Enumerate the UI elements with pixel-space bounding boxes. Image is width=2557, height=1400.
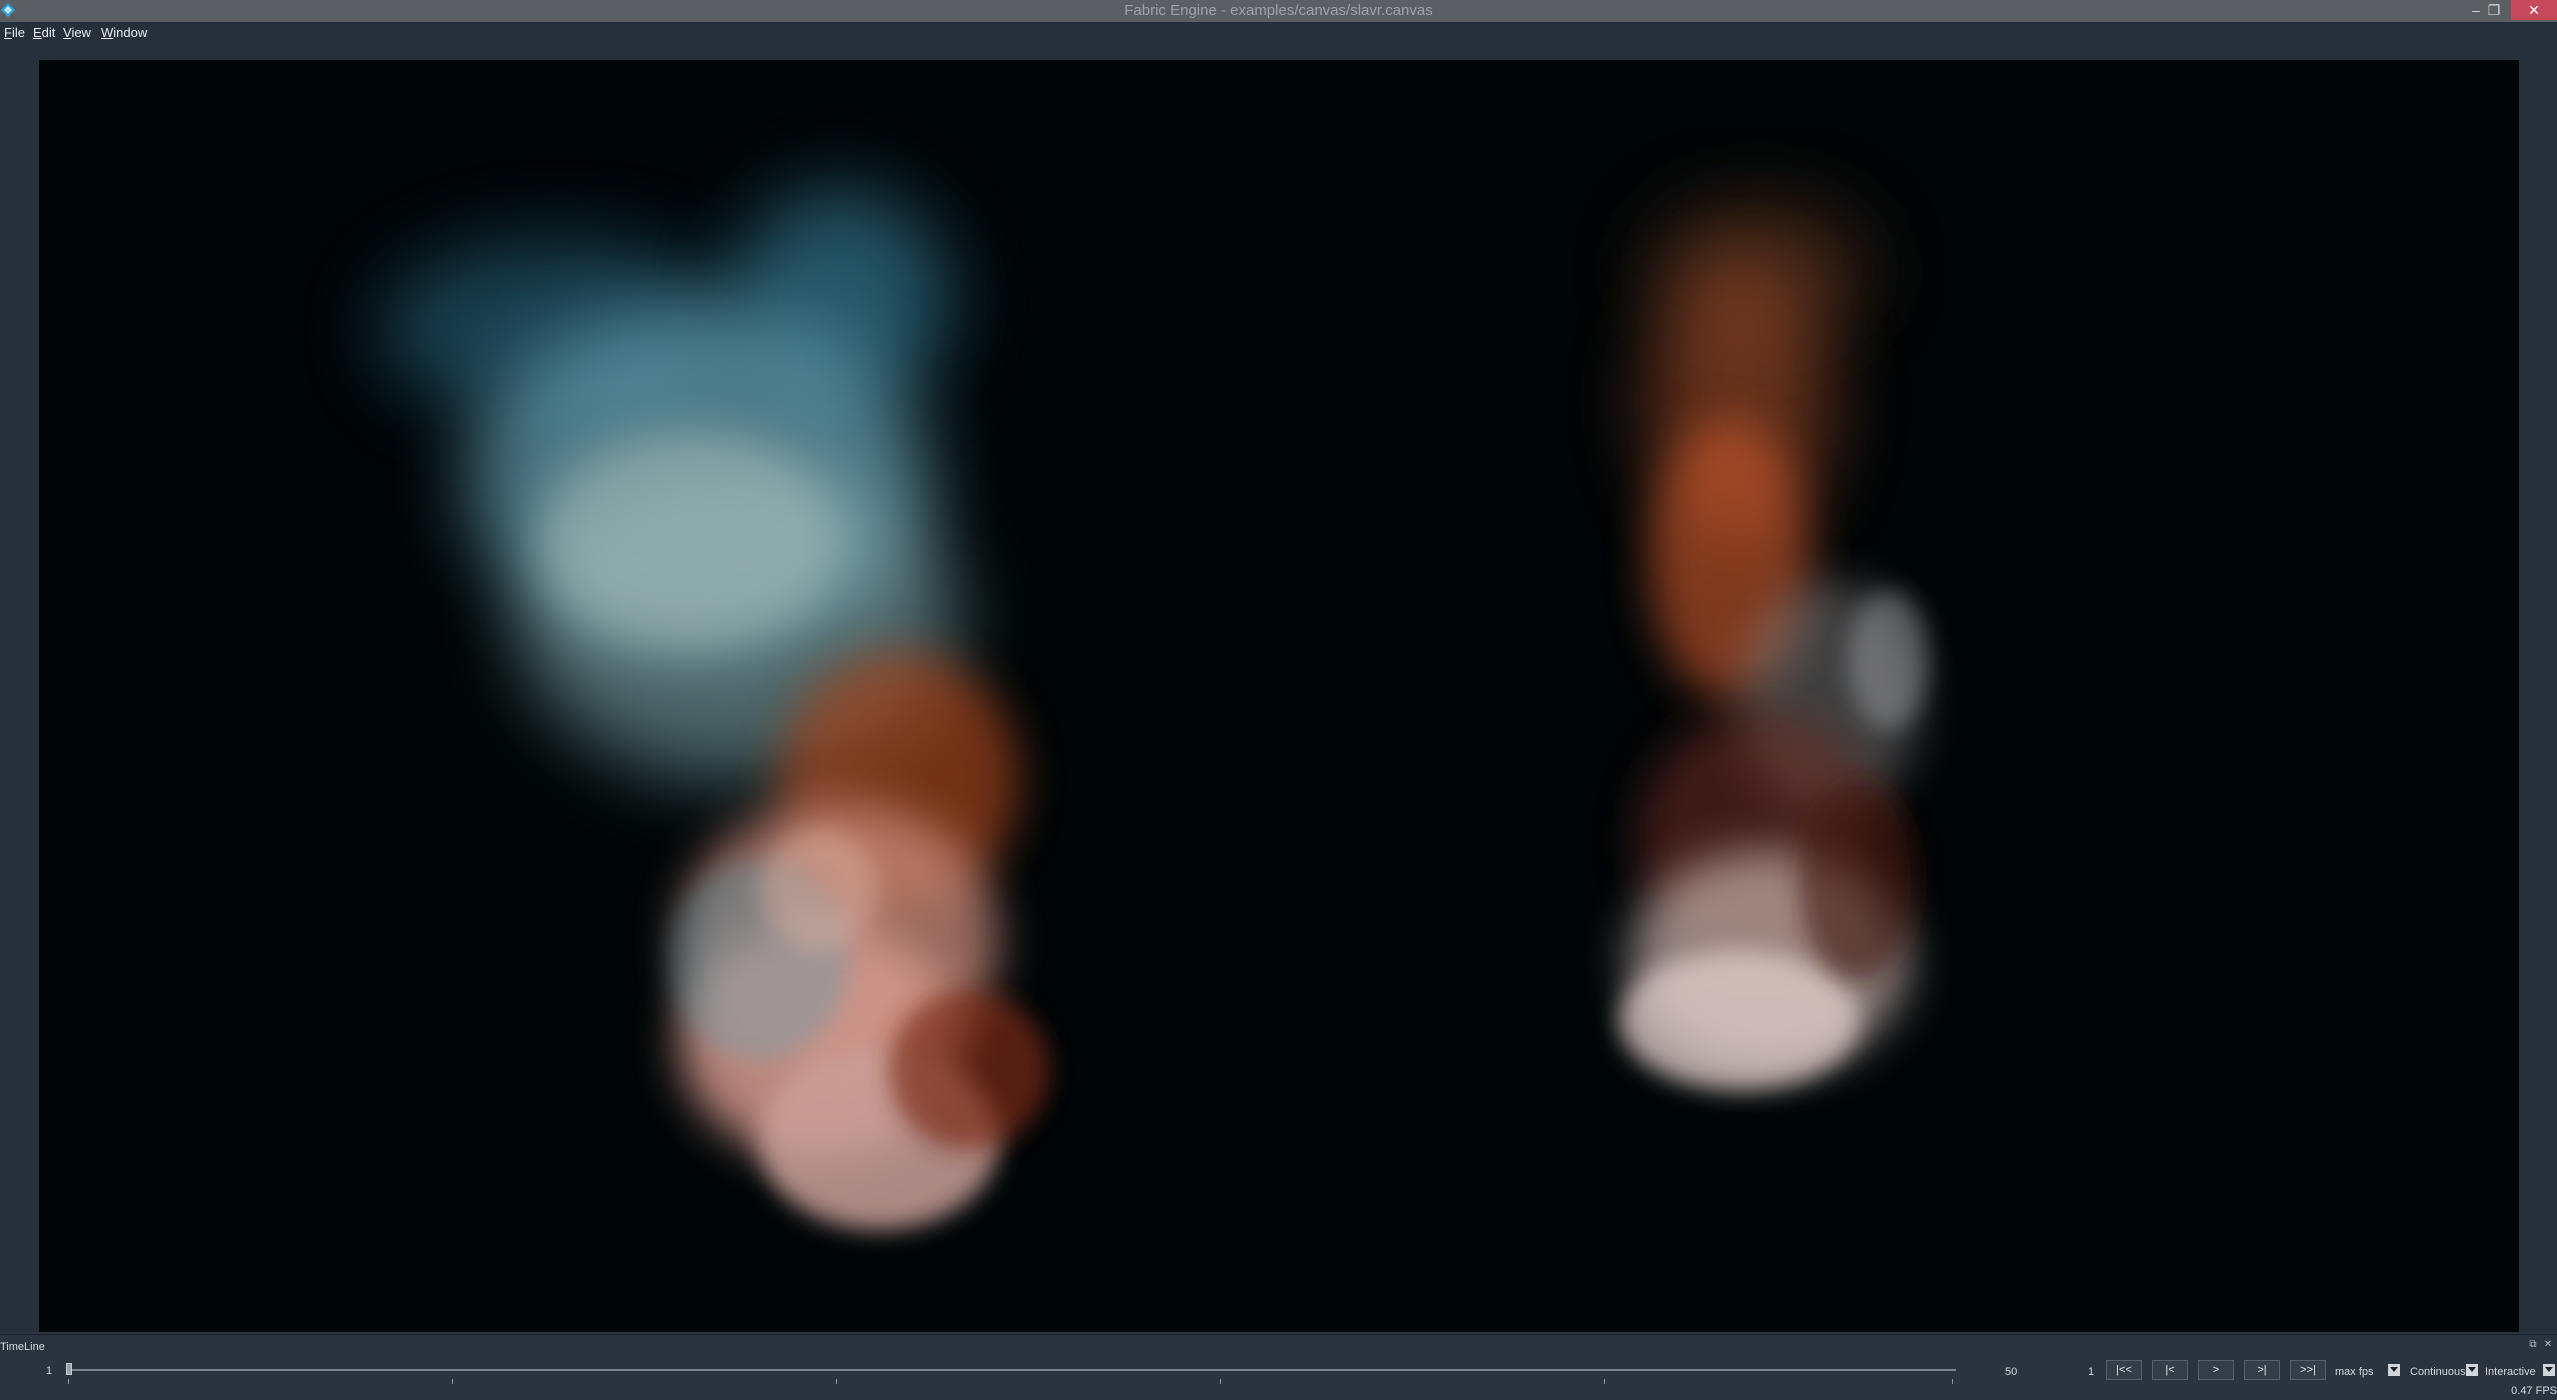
viewport-render (379, 190, 1929, 1230)
sim-mode-dropdown-arrow-icon[interactable] (2543, 1364, 2555, 1376)
timeline-tick (68, 1379, 69, 1384)
step-back-button[interactable]: |< (2152, 1360, 2188, 1380)
restore-icon: ❐ (2487, 2, 2501, 18)
dock-float-icon[interactable]: ⧉ (2527, 1339, 2539, 1351)
timeline-panel: TimeLine ⧉ ✕ 1 50 1 |<< |< > >| >>| max … (0, 1334, 2557, 1400)
menu-file[interactable]: File (4, 22, 25, 44)
timeline-title: TimeLine (0, 1341, 45, 1353)
menu-view-label: iew (71, 25, 91, 40)
step-forward-button[interactable]: >| (2244, 1360, 2280, 1380)
menu-view[interactable]: View (63, 22, 91, 44)
go-to-end-button[interactable]: >>| (2290, 1360, 2326, 1380)
3d-viewport[interactable] (39, 60, 2519, 1332)
menu-file-mnemonic: F (4, 25, 12, 40)
rate-label: max fps (2335, 1366, 2374, 1378)
menu-window-label: indow (113, 25, 148, 40)
timeline-tick (836, 1379, 837, 1384)
timeline-handle[interactable] (66, 1363, 72, 1375)
play-button[interactable]: > (2198, 1360, 2234, 1380)
timeline-tick (1604, 1379, 1605, 1384)
menu-edit-label: dit (41, 25, 56, 40)
timeline-current-frame[interactable]: 1 (2088, 1366, 2094, 1378)
sim-mode-select[interactable]: Interactive (2485, 1366, 2536, 1378)
dock-close-icon[interactable]: ✕ (2542, 1339, 2554, 1351)
timeline-tick (1952, 1379, 1953, 1384)
restore-button[interactable]: ❐ (2476, 0, 2512, 20)
menu-edit-mnemonic: E (33, 25, 42, 40)
menu-bar: File Edit View Window (0, 22, 2557, 44)
loop-mode-select[interactable]: Continuous (2410, 1366, 2466, 1378)
window-title-bar: Fabric Engine - examples/canvas/slavr.ca… (0, 0, 2557, 22)
rate-dropdown-arrow-icon[interactable] (2388, 1364, 2400, 1376)
window-title: Fabric Engine - examples/canvas/slavr.ca… (1124, 2, 1433, 19)
timeline-track (66, 1369, 1956, 1371)
menu-file-label: ile (11, 25, 25, 40)
menu-window-mnemonic: W (101, 25, 114, 40)
loop-mode-dropdown-arrow-icon[interactable] (2466, 1364, 2478, 1376)
go-to-start-button[interactable]: |<< (2106, 1360, 2142, 1380)
timeline-tick (1220, 1379, 1221, 1384)
close-button[interactable]: ✕ (2511, 0, 2557, 20)
close-icon: ✕ (2528, 2, 2540, 18)
timeline-slider[interactable] (66, 1363, 1956, 1385)
left-smoke-plume (379, 190, 1049, 1230)
timeline-tick (452, 1379, 453, 1384)
fps-readout: 0.47 FPS (2511, 1385, 2557, 1397)
timeline-end-frame[interactable]: 50 (2005, 1366, 2017, 1378)
menu-edit[interactable]: Edit (33, 22, 55, 44)
timeline-start-frame[interactable]: 1 (46, 1365, 52, 1377)
menu-window[interactable]: Window (101, 22, 147, 44)
right-smoke-plume (1619, 200, 1929, 1090)
